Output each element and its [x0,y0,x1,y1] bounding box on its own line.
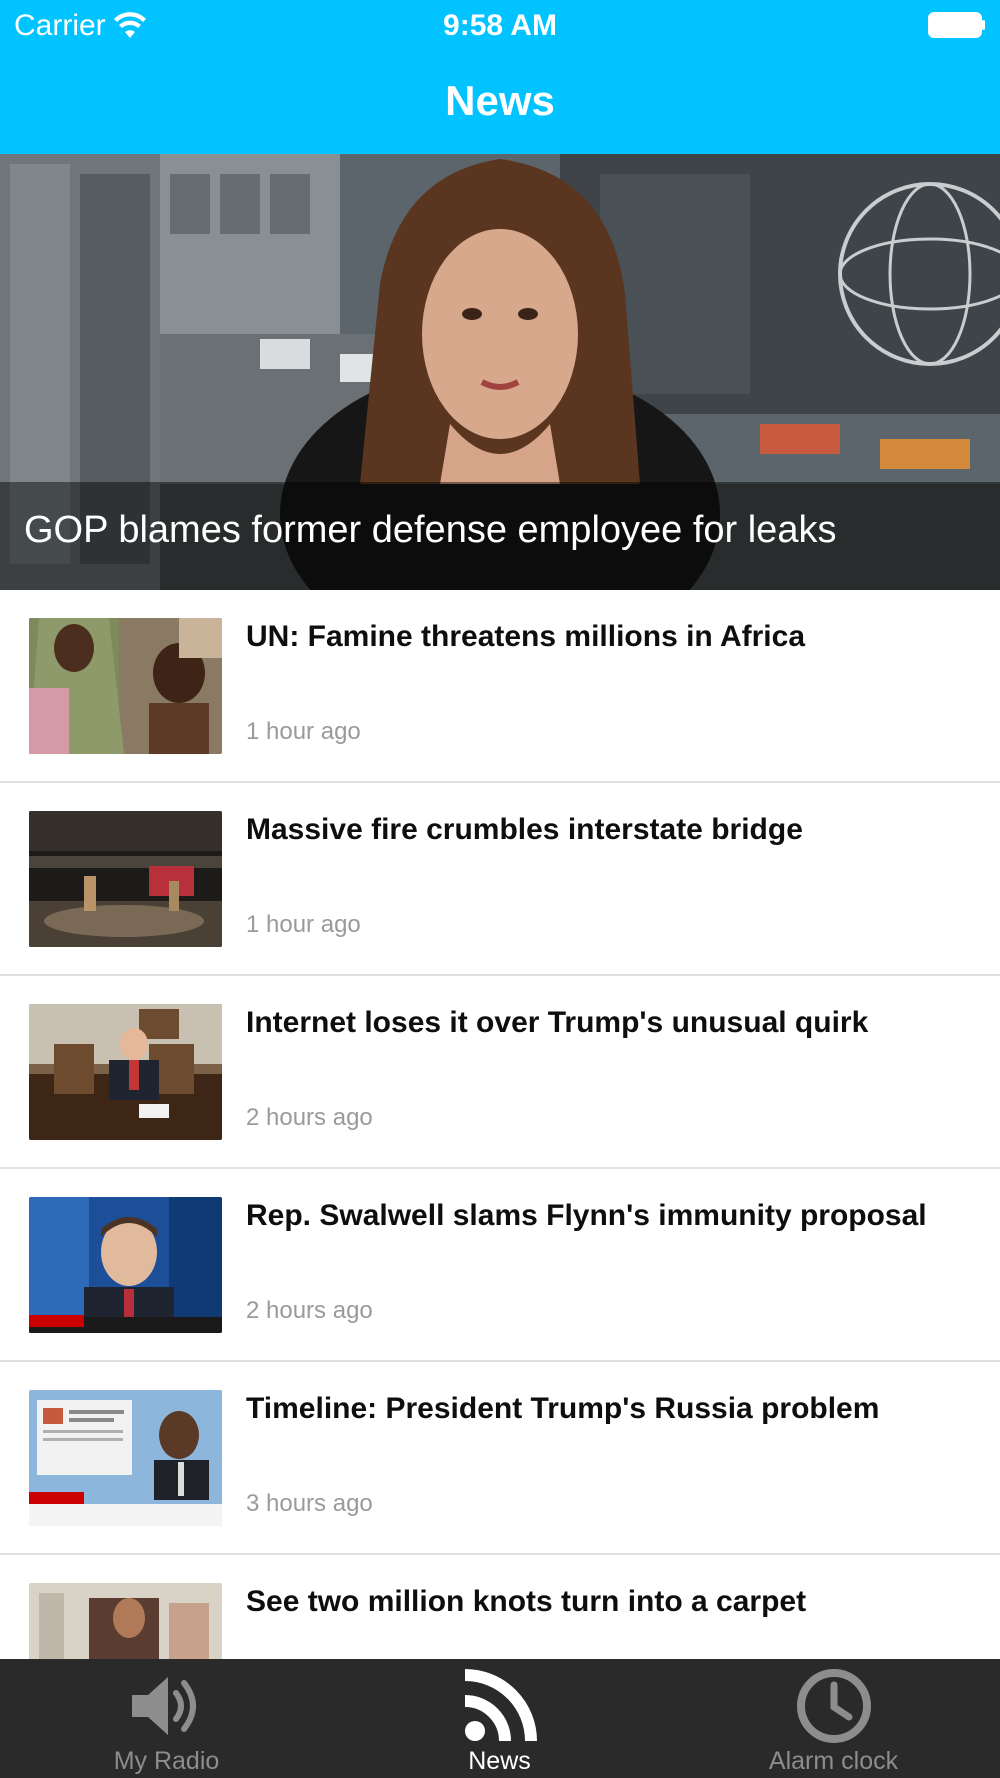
tab-label: News [468,1747,531,1775]
article-title: Timeline: President Trump's Russia probl… [246,1392,880,1425]
rss-icon [464,1669,537,1742]
article-thumbnail [29,1390,222,1526]
article-timestamp: 2 hours ago [246,1297,373,1324]
article-title: See two million knots turn into a carpet [246,1585,807,1618]
article-row[interactable]: Massive fire crumbles interstate bridge … [0,783,1000,976]
tab-alarm-clock[interactable]: Alarm clock [667,1659,1000,1778]
article-title: Rep. Swalwell slams Flynn's immunity pro… [246,1199,927,1232]
status-bar: Carrier 9:58 AM [0,0,1000,52]
featured-story[interactable]: GOP blames former defense employee for l… [0,154,1000,590]
article-list: UN: Famine threatens millions in Africa … [0,590,1000,1748]
tab-label: My Radio [113,1747,220,1775]
article-title: UN: Famine threatens millions in Africa [246,620,805,653]
featured-headline: GOP blames former defense employee for l… [24,509,837,551]
article-timestamp: 1 hour ago [246,718,361,745]
tab-label: Alarm clock [768,1747,899,1775]
article-timestamp: 1 hour ago [246,911,361,938]
article-thumbnail [29,1004,222,1140]
article-row[interactable]: Timeline: President Trump's Russia probl… [0,1362,1000,1555]
speaker-icon [131,1677,196,1735]
article-title: Massive fire crumbles interstate bridge [246,813,803,846]
tab-bar: My Radio News Alarm clock [0,1659,1000,1778]
page-title: News [445,77,555,124]
article-timestamp: 3 hours ago [246,1490,373,1517]
article-thumbnail [29,618,222,754]
article-row[interactable]: Rep. Swalwell slams Flynn's immunity pro… [0,1169,1000,1362]
clock-icon [796,1669,871,1743]
tab-my-radio[interactable]: My Radio [0,1659,333,1778]
article-timestamp: 2 hours ago [246,1104,373,1131]
tab-news[interactable]: News [333,1659,666,1778]
article-row[interactable]: UN: Famine threatens millions in Africa … [0,590,1000,783]
navigation-header: Carrier 9:58 AM News [0,0,1000,154]
news-screen: Carrier 9:58 AM News GOP blames former d… [0,0,1000,1778]
article-row[interactable]: Internet loses it over Trump's unusual q… [0,976,1000,1169]
clock-time: 9:58 AM [443,9,557,42]
battery-icon [928,12,985,38]
article-thumbnail [29,1197,222,1333]
article-thumbnail [29,811,222,947]
article-title: Internet loses it over Trump's unusual q… [246,1006,869,1039]
